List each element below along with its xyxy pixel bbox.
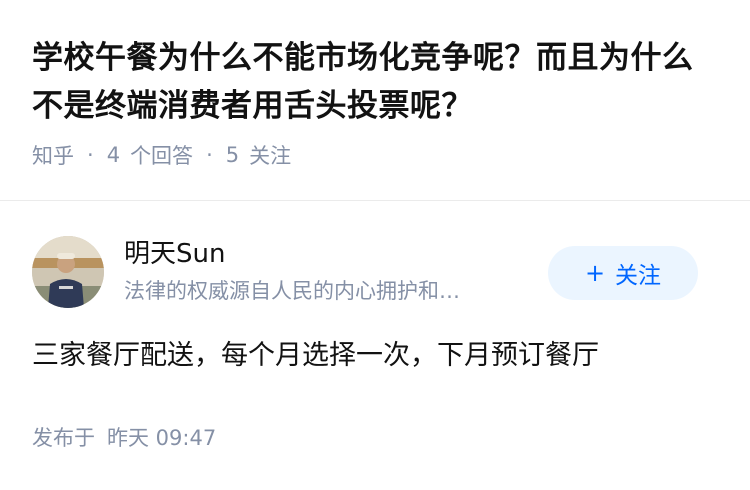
author-info: 明天Sun 法律的权威源自人民的内心拥护和… bbox=[124, 236, 544, 306]
section-divider bbox=[0, 200, 750, 201]
author-bio: 法律的权威源自人民的内心拥护和… bbox=[124, 279, 460, 303]
avatar[interactable] bbox=[32, 236, 104, 308]
answer-count: 4 bbox=[106, 143, 121, 167]
question-section: 学校午餐为什么不能市场化竞争呢？而且为什么不是终端消费者用舌头投票呢？ 知乎 ·… bbox=[32, 34, 722, 170]
plus-icon: + bbox=[584, 259, 606, 287]
person-avatar-icon bbox=[32, 236, 104, 308]
question-meta: 知乎 · 4 个回答 · 5 关注 bbox=[32, 140, 722, 170]
answer-author-header: 明天Sun 法律的权威源自人民的内心拥护和… + 关注 bbox=[32, 236, 718, 308]
answer-count-label[interactable]: 个回答 bbox=[130, 140, 193, 170]
question-title[interactable]: 学校午餐为什么不能市场化竞争呢？而且为什么不是终端消费者用舌头投票呢？ bbox=[32, 34, 722, 130]
follow-button-label: 关注 bbox=[615, 263, 662, 289]
publish-time: 发布于 昨天 09:47 bbox=[32, 422, 216, 452]
meta-separator: · bbox=[206, 143, 213, 167]
follower-count: 5 bbox=[225, 143, 240, 167]
follow-button[interactable]: + 关注 bbox=[548, 246, 698, 300]
answer-content[interactable]: 三家餐厅配送，每个月选择一次，下月预订餐厅 bbox=[32, 336, 722, 376]
meta-separator: · bbox=[87, 143, 94, 167]
follower-count-label[interactable]: 关注 bbox=[249, 140, 291, 170]
author-name[interactable]: 明天Sun bbox=[124, 236, 544, 272]
publish-timestamp: 昨天 09:47 bbox=[107, 426, 217, 450]
publish-label: 发布于 bbox=[32, 426, 95, 450]
answer-page: 学校午餐为什么不能市场化竞争呢？而且为什么不是终端消费者用舌头投票呢？ 知乎 ·… bbox=[0, 0, 750, 490]
source-label[interactable]: 知乎 bbox=[32, 140, 74, 170]
